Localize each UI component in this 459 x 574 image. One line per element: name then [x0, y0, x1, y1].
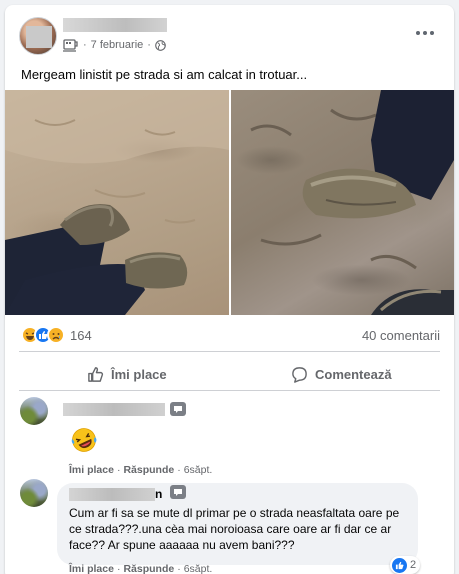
comment-text: Cum ar fi sa se mute dl primar pe o stra…	[69, 506, 400, 552]
comment-meta: Îmi place · Răspunde · 6săpt.	[69, 464, 212, 476]
separator-dot: ·	[83, 39, 87, 51]
commenter-name-redacted[interactable]	[69, 488, 155, 501]
divider	[19, 390, 440, 391]
post-text: Mergeam linistit pe strada si am calcat …	[21, 67, 308, 82]
comment-button[interactable]: Comentează	[291, 360, 392, 388]
comment-time[interactable]: 6săpt.	[184, 563, 213, 574]
comment-like-count[interactable]: 2	[390, 556, 421, 574]
speech-bubble-icon	[292, 366, 307, 383]
commenter-badge-icon	[170, 485, 186, 499]
post-photo-1[interactable]	[5, 90, 229, 315]
commenter-avatar[interactable]	[20, 479, 48, 507]
post-date[interactable]: 7 februarie	[91, 39, 144, 51]
more-options-icon[interactable]	[413, 25, 437, 41]
comment-reply-link[interactable]: Răspunde	[123, 563, 174, 574]
like-button-label: Îmi place	[111, 366, 167, 382]
author-avatar[interactable]	[19, 17, 57, 55]
coffee-cup-icon	[63, 39, 78, 52]
comment-reply-link[interactable]: Răspunde	[123, 464, 174, 476]
like-reaction-icon	[392, 557, 407, 573]
like-count-value: 2	[410, 559, 417, 571]
post-photo-2[interactable]	[231, 90, 454, 315]
post-card: · 7 februarie · Mergeam linistit pe stra…	[5, 5, 454, 574]
commenter-avatar[interactable]	[20, 397, 48, 425]
comment-like-link[interactable]: Îmi place	[69, 464, 114, 476]
photo-muddy-ground	[250, 90, 454, 315]
post-meta: · 7 februarie ·	[63, 37, 166, 53]
comment-like-link[interactable]: Îmi place	[69, 563, 114, 574]
comment-meta: Îmi place · Răspunde · 6săpt.	[69, 563, 212, 574]
photo-muddy-puddle	[5, 90, 229, 315]
comment-button-label: Comentează	[315, 366, 392, 382]
commenter-name-suffix[interactable]: n	[155, 487, 162, 501]
separator-dot: ·	[177, 563, 181, 574]
commenter-badge-icon	[170, 402, 186, 416]
separator-dot: ·	[116, 563, 121, 574]
divider	[19, 351, 440, 352]
sad-reaction-icon	[47, 326, 65, 344]
avatar-redaction	[26, 26, 52, 48]
separator-dot: ·	[116, 464, 121, 476]
rolling-on-floor-laughing-emoji	[71, 428, 97, 452]
comments-count-link[interactable]: 40 comentarii	[362, 328, 440, 343]
author-name-redacted[interactable]	[63, 18, 167, 32]
comment-time[interactable]: 6săpt.	[184, 464, 213, 476]
commenter-name-redacted[interactable]	[63, 403, 165, 416]
like-button[interactable]: Îmi place	[87, 360, 167, 388]
thumbs-up-icon	[88, 366, 104, 382]
reactions-summary[interactable]: 164	[21, 325, 92, 345]
separator-dot: ·	[147, 39, 151, 51]
reaction-count: 164	[70, 327, 92, 343]
separator-dot: ·	[177, 464, 181, 476]
globe-icon[interactable]	[155, 39, 166, 51]
